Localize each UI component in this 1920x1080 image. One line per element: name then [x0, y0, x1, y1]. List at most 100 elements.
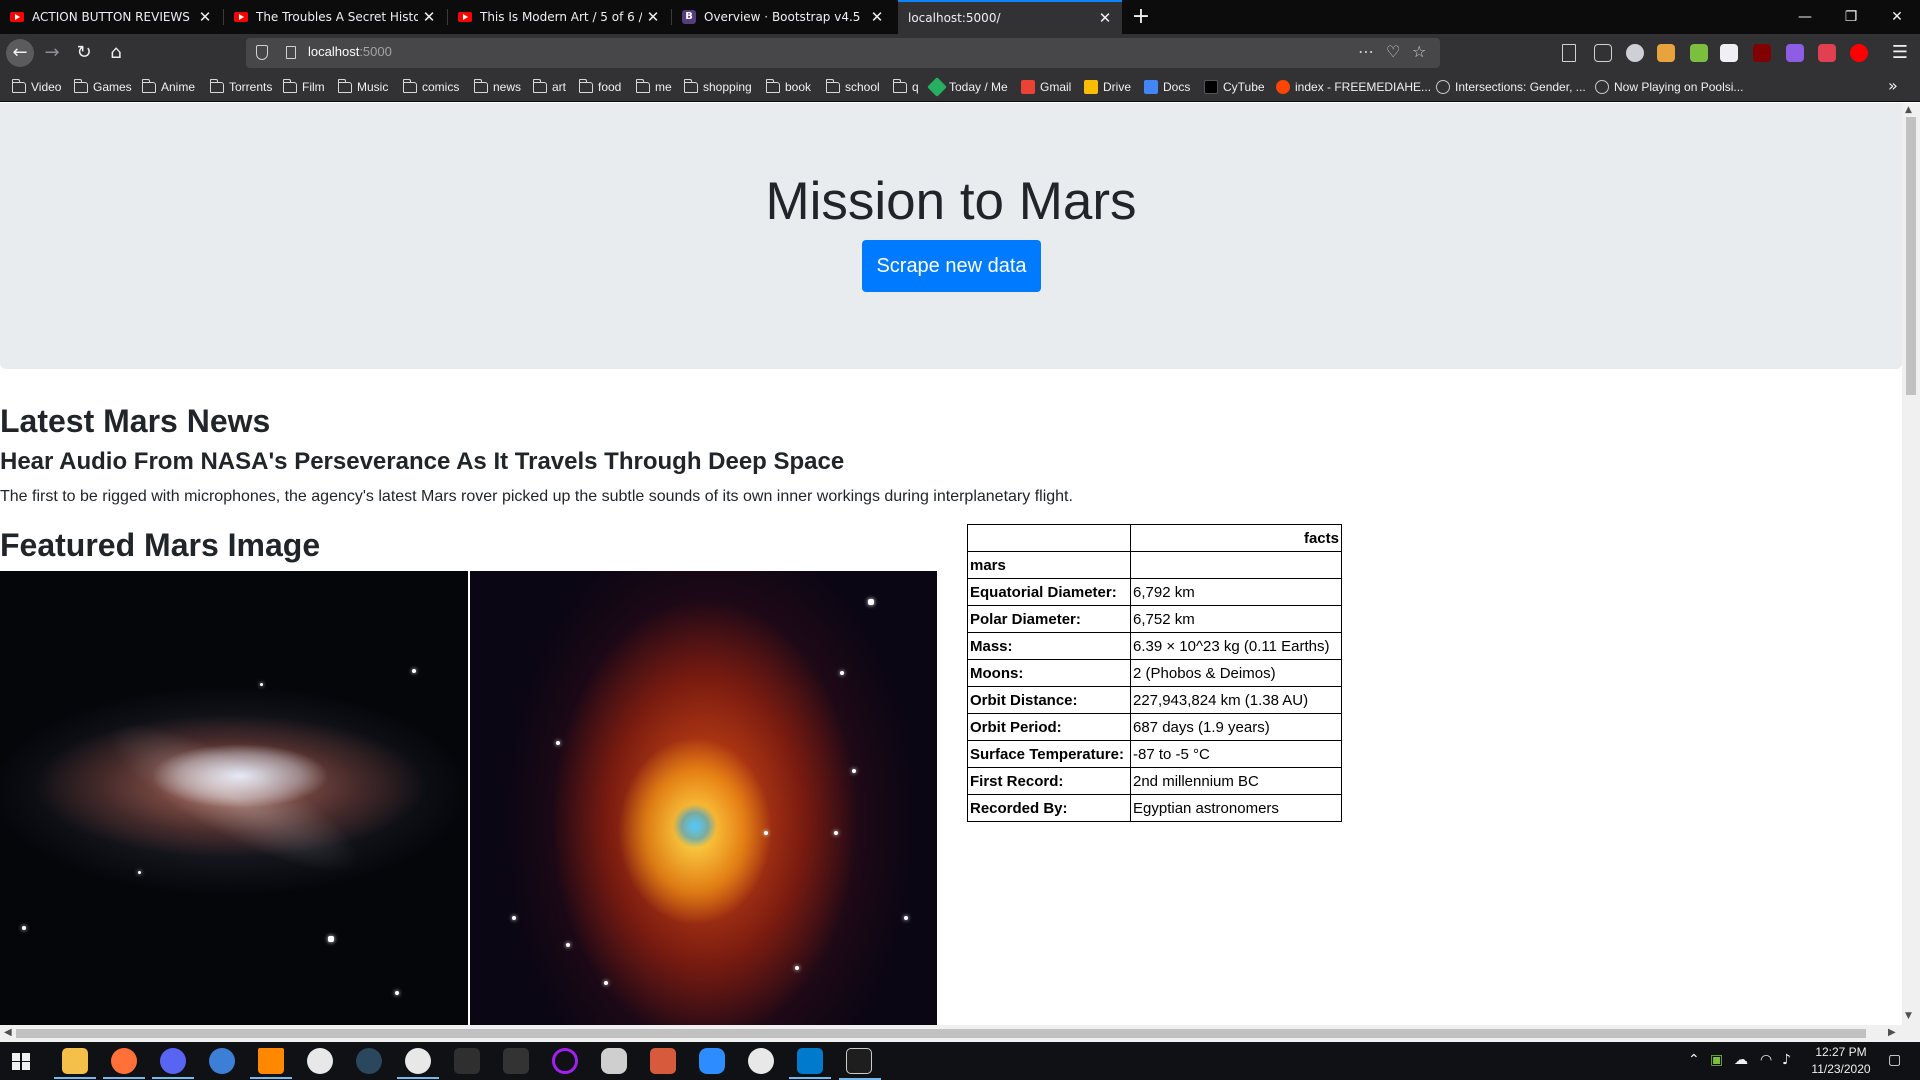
bookmark-folder-school[interactable]: school [825, 78, 880, 96]
tab-localhost[interactable]: localhost:5000/ ✕ [898, 0, 1122, 34]
windows-start-icon[interactable] [12, 1053, 30, 1070]
url-bar[interactable]: localhost:5000 ⋯ ♡ ☆ [246, 38, 1440, 68]
bookmark-intersections[interactable]: Intersections: Gender, ... [1436, 78, 1586, 96]
slack-icon[interactable] [748, 1048, 774, 1074]
table-row: Surface Temperature: -87 to -5 °C [967, 740, 1342, 768]
extension-icon[interactable] [1818, 44, 1836, 62]
horizontal-scrollbar[interactable]: ◀ ▶ [0, 1025, 1920, 1042]
bootstrap-icon: B [682, 10, 696, 24]
vertical-scrollbar[interactable]: ▲ ▼ [1902, 103, 1920, 1025]
epic-games-icon[interactable] [454, 1048, 480, 1074]
scrollbar-thumb[interactable] [16, 1029, 1866, 1038]
menu-icon[interactable]: ☰ [1886, 39, 1914, 67]
bookmark-now-playing[interactable]: Now Playing on Poolsi... [1595, 78, 1743, 96]
scrape-new-data-button[interactable]: Scrape new data [862, 240, 1041, 292]
chevron-up-icon[interactable]: ⌃ [1688, 1052, 1700, 1068]
extension-icon[interactable] [1786, 44, 1804, 62]
close-icon[interactable]: ✕ [642, 8, 664, 26]
bookmark-folder-film[interactable]: Film [282, 78, 325, 96]
extension-icon[interactable] [1657, 44, 1675, 62]
qbittorrent-icon[interactable] [209, 1048, 235, 1074]
pocket-icon[interactable]: ♡ [1386, 42, 1400, 61]
bookmark-folder-me[interactable]: me [635, 78, 672, 96]
extension-icon[interactable] [1720, 44, 1738, 62]
tab-bootstrap-overview[interactable]: B Overview · Bootstrap v4.5 ✕ [672, 0, 894, 34]
notifications-icon[interactable]: ▢ [1888, 1052, 1901, 1068]
clock[interactable]: 12:27 PM 11/23/2020 [1801, 1044, 1881, 1078]
cortana-icon[interactable] [552, 1048, 578, 1074]
close-icon[interactable]: ✕ [418, 8, 440, 26]
bookmark-folder-music[interactable]: Music [337, 78, 388, 96]
close-icon[interactable]: ✕ [866, 8, 888, 26]
close-icon[interactable]: ✕ [194, 8, 216, 26]
zoom-icon[interactable] [699, 1048, 725, 1074]
onedrive-icon[interactable]: ☁ [1734, 1052, 1748, 1068]
scroll-down-icon[interactable]: ▼ [1905, 1011, 1912, 1021]
shield-icon[interactable] [256, 45, 268, 60]
bookmark-cytube[interactable]: CyTube [1204, 78, 1265, 96]
bookmark-gmail[interactable]: Gmail [1021, 78, 1071, 96]
vscode-icon[interactable] [789, 1048, 831, 1079]
scroll-up-icon[interactable]: ▲ [1905, 105, 1912, 115]
url-text[interactable]: localhost:5000 [308, 44, 392, 59]
xbox-icon[interactable] [397, 1048, 439, 1079]
steam-icon[interactable] [356, 1048, 382, 1074]
gog-galaxy-icon[interactable] [503, 1048, 529, 1074]
scroll-right-icon[interactable]: ▶ [1888, 1027, 1896, 1038]
bookmark-folder-food[interactable]: food [578, 78, 621, 96]
bookmark-folder-shopping[interactable]: shopping [683, 78, 752, 96]
bookmark-folder-anime[interactable]: Anime [141, 78, 195, 96]
bookmark-folder-video[interactable]: Video [11, 78, 61, 96]
page-actions-icon[interactable]: ⋯ [1358, 42, 1374, 61]
page-info-icon[interactable] [286, 46, 296, 59]
bookmark-drive[interactable]: Drive [1084, 78, 1131, 96]
bookmark-star-icon[interactable]: ☆ [1412, 42, 1426, 61]
chevron-double-right-icon[interactable]: » [1888, 76, 1898, 95]
bookmark-folder-q[interactable]: q [892, 78, 919, 96]
page-title: Mission to Mars [765, 172, 1137, 231]
restore-button[interactable]: ❐ [1828, 0, 1874, 34]
bookmark-folder-book[interactable]: book [765, 78, 811, 96]
tray-app-icon[interactable]: ▣ [1710, 1052, 1723, 1068]
bookmark-today-me[interactable]: Today / Me [927, 77, 1008, 97]
gamepad-icon[interactable] [601, 1048, 627, 1074]
terminal-icon[interactable] [839, 1048, 881, 1080]
bookmark-folder-games[interactable]: Games [73, 78, 132, 96]
minimize-button[interactable]: — [1782, 0, 1828, 34]
scroll-left-icon[interactable]: ◀ [4, 1027, 12, 1038]
forward-button[interactable]: → [38, 39, 66, 67]
wifi-icon[interactable]: ◠ [1760, 1052, 1772, 1068]
reload-button[interactable]: ↻ [70, 39, 98, 67]
extension-icon[interactable] [1690, 44, 1708, 62]
vlc-icon[interactable] [250, 1048, 292, 1079]
bookmark-folder-news[interactable]: news [473, 78, 521, 96]
firefox-icon[interactable] [103, 1048, 145, 1079]
tab-action-button-reviews[interactable]: ACTION BUTTON REVIEWS PAC ✕ [0, 0, 222, 34]
tab-title: This Is Modern Art / 5 of 6 / Ho [480, 10, 642, 24]
back-button[interactable]: ← [6, 39, 34, 67]
library-icon[interactable] [1562, 44, 1576, 62]
close-icon[interactable]: ✕ [1094, 9, 1116, 27]
ublock-icon[interactable] [1753, 44, 1771, 62]
bookmark-folder-torrents[interactable]: Torrents [209, 78, 272, 96]
close-window-button[interactable]: ✕ [1874, 0, 1920, 34]
bookmark-folder-art[interactable]: art [532, 78, 566, 96]
volume-icon[interactable]: ♪ [1782, 1052, 1791, 1068]
home-button[interactable]: ⌂ [102, 39, 130, 67]
itunes-icon[interactable] [307, 1048, 333, 1074]
account-icon[interactable] [1626, 44, 1644, 62]
bookmark-folder-comics[interactable]: comics [402, 78, 459, 96]
fact-value: Egyptian astronomers [1130, 794, 1342, 822]
news-section-heading: Latest Mars News [0, 403, 271, 439]
new-tab-button[interactable]: + [1128, 2, 1154, 32]
bookmark-docs[interactable]: Docs [1144, 78, 1190, 96]
scrollbar-thumb[interactable] [1906, 117, 1916, 395]
sidebar-icon[interactable] [1594, 44, 1612, 62]
tab-the-troubles[interactable]: The Troubles A Secret History E ✕ [224, 0, 446, 34]
cube-app-icon[interactable] [650, 1048, 676, 1074]
bookmark-freemediaheckyeah[interactable]: index - FREEMEDIAHE... [1276, 78, 1431, 96]
file-explorer-icon[interactable] [54, 1048, 96, 1079]
tab-this-is-modern-art[interactable]: This Is Modern Art / 5 of 6 / Ho ✕ [448, 0, 670, 34]
discord-icon[interactable] [152, 1048, 194, 1079]
youtube-extension-icon[interactable] [1850, 44, 1868, 62]
